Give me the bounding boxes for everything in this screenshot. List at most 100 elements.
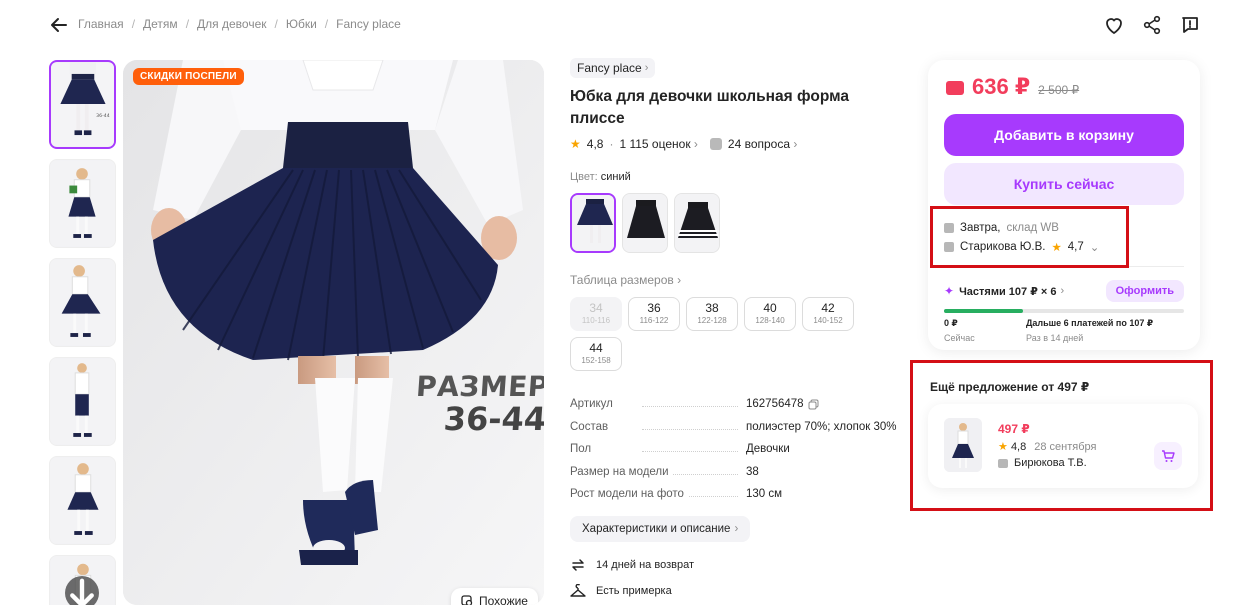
question-icon — [709, 138, 722, 150]
spec-row: Артикул 162756478 — [570, 393, 905, 416]
star-icon: ★ — [570, 137, 581, 151]
installment-button[interactable]: Оформить — [1105, 280, 1184, 302]
buy-card: 636 ₽ 2 500 ₽ Добавить в корзину Купить … — [928, 60, 1200, 350]
characteristics-button[interactable]: Характеристики и описание › — [570, 515, 751, 542]
price-row: 636 ₽ 2 500 ₽ — [946, 74, 1079, 100]
offer-add-to-cart-button[interactable] — [1154, 442, 1182, 470]
sale-badge: СКИДКИ ПОСПЕЛИ — [133, 68, 244, 85]
main-product-photo[interactable]: СКИДКИ ПОСПЕЛИ РАЗМЕРЫ 36-44 Похожие — [123, 60, 544, 605]
delivery-date-row: Завтра, склад WB — [944, 218, 1099, 237]
offer-delivery-date: 28 сентября — [1034, 440, 1097, 453]
return-feature: 14 дней на возврат — [570, 556, 905, 574]
thumbnail-5[interactable] — [49, 456, 116, 545]
breadcrumb: Главная / Детям / Для девочек / Юбки / Fancy… — [78, 17, 401, 31]
wallet-icon — [946, 81, 964, 95]
report-icon[interactable] — [1179, 14, 1201, 36]
back-arrow-icon[interactable] — [49, 15, 69, 35]
similar-label: Похожие — [479, 594, 528, 605]
size-option-38[interactable]: 38 122-128 — [686, 297, 738, 331]
star-icon: ★ — [1051, 241, 1062, 254]
size-option-42[interactable]: 42 140-152 — [802, 297, 854, 331]
sizes-stamp: РАЗМЕРЫ 36-44 — [415, 370, 544, 438]
color-swatch-1[interactable] — [570, 193, 616, 253]
thumbnail-strip: 36-44 — [49, 60, 117, 605]
heart-icon[interactable] — [1103, 14, 1125, 36]
spec-row: Размер на модели 38 — [570, 465, 759, 478]
color-swatches — [570, 193, 905, 253]
product-title: Юбка для девочки школьная форма плиссе — [570, 88, 849, 127]
now-label: Сейчас — [944, 333, 975, 343]
color-label: Цвет: синий — [570, 171, 631, 183]
product-image — [123, 60, 544, 605]
size-option-36[interactable]: 36 116-122 — [628, 297, 680, 331]
star-icon: ★ — [998, 441, 1008, 453]
size-option-40[interactable]: 40 128-140 — [744, 297, 796, 331]
cart-icon — [1162, 450, 1175, 462]
breadcrumb-brand[interactable]: Fancy place — [336, 17, 401, 31]
thumbnail-6[interactable] — [49, 555, 116, 605]
old-price: 2 500 ₽ — [1038, 83, 1080, 97]
specs-table: Артикул 162756478 Состав полиэстер 70%; … — [570, 393, 905, 506]
shop-icon — [944, 241, 954, 252]
color-value: синий — [600, 171, 631, 183]
spec-row: Рост модели на фото 130 см — [570, 488, 783, 501]
product-info: Fancy place › Юбка для девочки школьная … — [570, 58, 905, 600]
article-number: 162756478 — [746, 398, 804, 411]
size-option-44[interactable]: 44 152-158 — [570, 337, 622, 371]
size-table-link[interactable]: Таблица размеров › — [570, 273, 905, 287]
svg-text:36-44: 36-44 — [96, 113, 110, 119]
scroll-down-button[interactable] — [65, 576, 99, 605]
copy-icon[interactable] — [808, 399, 819, 410]
ratings-count-link[interactable]: 1 115 оценок › — [619, 137, 697, 151]
shop-icon — [998, 458, 1008, 468]
offer-title: Ещё предложение от 497 ₽ — [930, 380, 1090, 394]
installment-row: ✦ Частями 107 ₽ × 6 › Оформить — [944, 280, 1184, 302]
thumbnail-2[interactable] — [49, 159, 116, 248]
installment-label[interactable]: Частями 107 ₽ × 6 — [959, 285, 1056, 298]
rating-row: ★ 4,8 · 1 115 оценок › 24 вопроса › — [570, 137, 798, 151]
box-icon — [944, 222, 954, 233]
later-label: Раз в 14 дней — [1026, 333, 1084, 343]
offer-seller: Бирюкова Т.В. — [998, 457, 1087, 469]
brand-name: Fancy place — [577, 61, 642, 75]
color-swatch-2[interactable] — [622, 193, 668, 253]
return-icon — [572, 558, 584, 571]
thumbnail-1[interactable]: 36-44 — [49, 60, 116, 149]
other-offer: Ещё предложение от 497 ₽ 497 ₽ ★ 4,8 28 … — [928, 372, 1200, 488]
breadcrumb-girls[interactable]: Для девочек — [197, 17, 266, 31]
later-amount: Дальше 6 платежей по 107 ₽ — [1026, 318, 1154, 328]
seller-row[interactable]: Старикова Ю.В. ★ 4,7 ⌄ — [944, 237, 1099, 256]
offer-card[interactable]: 497 ₽ ★ 4,8 28 сентября Бирюкова Т.В. — [928, 404, 1198, 488]
breadcrumb-home[interactable]: Главная — [78, 17, 124, 31]
spec-row: Пол Девочки — [570, 443, 790, 456]
top-bar: Главная / Детям / Для девочек / Юбки / Fancy… — [0, 0, 1246, 50]
delivery-info: Завтра, склад WB Старикова Ю.В. ★ 4,7 ⌄ — [944, 218, 1099, 256]
size-grid: 34 110-116 36 116-122 38 122-128 40 128-140 … — [570, 297, 870, 371]
similar-button[interactable]: Похожие — [451, 588, 538, 605]
color-swatch-3[interactable] — [674, 193, 720, 253]
similar-icon — [461, 595, 473, 605]
divider — [944, 266, 1184, 267]
breadcrumb-skirts[interactable]: Юбки — [286, 17, 317, 31]
rating-value: 4,8 — [586, 137, 604, 151]
brand-chip[interactable]: Fancy place › — [570, 58, 656, 78]
chevron-down-icon: ⌄ — [1089, 241, 1100, 254]
add-to-cart-button[interactable]: Добавить в корзину — [944, 114, 1184, 156]
current-price: 636 ₽ — [972, 74, 1031, 99]
share-icon[interactable] — [1141, 14, 1163, 36]
now-amount: 0 ₽ — [944, 318, 958, 328]
thumbnail-3[interactable] — [49, 258, 116, 347]
buy-now-button[interactable]: Купить сейчас — [944, 163, 1184, 205]
hanger-icon — [570, 583, 586, 597]
spec-row: Состав полиэстер 70%; хлопок 30% — [570, 420, 897, 433]
questions-link[interactable]: 24 вопроса › — [728, 137, 797, 151]
arrow-down-icon — [70, 578, 94, 605]
size-option-34[interactable]: 34 110-116 — [570, 297, 622, 331]
offer-meta: ★ 4,8 28 сентября — [998, 440, 1097, 454]
installment-progress — [944, 309, 1184, 313]
thumbnail-4[interactable] — [49, 357, 116, 446]
chevron-right-icon: › — [644, 62, 649, 74]
installment-icon: ✦ — [944, 284, 955, 298]
breadcrumb-kids[interactable]: Детям — [143, 17, 178, 31]
offer-thumbnail — [944, 418, 982, 472]
